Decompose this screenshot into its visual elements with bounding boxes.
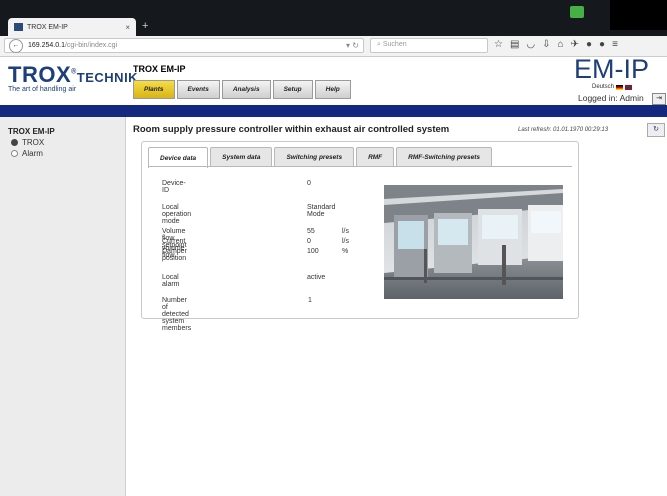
- header-divider: [0, 105, 667, 117]
- menu-events[interactable]: Events: [176, 80, 220, 99]
- search-placeholder: Suchen: [382, 41, 407, 48]
- tab-switching-presets[interactable]: Switching presets: [274, 147, 355, 167]
- device-id-value: 0: [307, 180, 311, 187]
- sidebar-item-label: Alarm: [22, 149, 43, 158]
- tab-device-data[interactable]: Device data: [148, 147, 209, 168]
- addon-icon[interactable]: ●: [586, 39, 592, 50]
- mode-value: Standard Mode: [307, 204, 336, 218]
- pocket-icon[interactable]: ◡: [526, 39, 535, 50]
- search-input[interactable]: ⌕ Suchen: [370, 38, 488, 53]
- radio-selected-icon[interactable]: [11, 139, 18, 146]
- sidebar-title: TROX EM-IP: [8, 127, 55, 136]
- logged-in-status: Logged in: Admin: [578, 93, 644, 103]
- close-tab-icon[interactable]: ×: [125, 23, 130, 32]
- back-arrow-icon[interactable]: ←: [9, 38, 23, 53]
- language-selector[interactable]: Deutsch: [592, 84, 633, 90]
- setpoint-value: 55: [307, 228, 315, 235]
- browser-tabbar: TROX EM-IP × +: [0, 0, 667, 36]
- reload-icon[interactable]: ▾ ↻: [346, 41, 359, 50]
- german-flag-icon[interactable]: [616, 84, 624, 90]
- new-tab-icon[interactable]: +: [142, 20, 148, 32]
- tab-rmf-switching-presets[interactable]: RMF-Switching presets: [396, 147, 493, 167]
- current-unit: l/s: [342, 238, 349, 245]
- tab-underline: [148, 166, 572, 167]
- trox-logo: TROX®TECHNIK The art of handling air: [8, 62, 138, 93]
- alarm-value: active: [307, 274, 326, 281]
- logo-text: TROX: [8, 62, 72, 87]
- logout-icon[interactable]: ⇥: [652, 93, 666, 105]
- menu-setup[interactable]: Setup: [272, 80, 313, 99]
- language-label: Deutsch: [592, 84, 615, 90]
- sidebar-item-trox[interactable]: TROX: [8, 138, 117, 147]
- radio-icon[interactable]: [11, 150, 18, 157]
- account-icon[interactable]: ●: [599, 39, 605, 50]
- damper-unit: %: [342, 248, 349, 255]
- main-menu: Plants Events Analysis Setup Help: [133, 80, 351, 99]
- browser-toolbar-icons: ☆ ▤ ◡ ⇩ ⌂ ✈ ● ● ≡: [494, 39, 618, 50]
- page-title: Room supply pressure controller within e…: [133, 124, 450, 135]
- logo-suffix: TECHNIK: [76, 70, 139, 85]
- menu-help[interactable]: Help: [314, 80, 351, 99]
- lab-photo: [384, 185, 563, 299]
- bookmark-star-icon[interactable]: ☆: [494, 39, 503, 50]
- damper-label: Damper position: [162, 248, 187, 262]
- reading-list-icon[interactable]: ▤: [510, 39, 519, 50]
- menu-plants[interactable]: Plants: [133, 80, 175, 99]
- sidebar-item-label: TROX: [22, 138, 45, 147]
- members-value: 1: [308, 297, 312, 304]
- panel-tabs: Device data System data Switching preset…: [148, 147, 493, 168]
- app-title: TROX EM-IP: [133, 64, 186, 74]
- setpoint-unit: l/s: [342, 228, 349, 235]
- window-controls: [610, 0, 667, 30]
- mode-label: Local operation mode: [162, 204, 192, 225]
- sidebar: TROX EM-IP TROX Alarm: [0, 117, 126, 496]
- tab-system-data[interactable]: System data: [210, 147, 273, 167]
- browser-tab[interactable]: TROX EM-IP ×: [8, 18, 136, 36]
- damper-value: 100: [307, 248, 319, 255]
- menu-analysis[interactable]: Analysis: [221, 80, 271, 99]
- english-flag-icon[interactable]: [625, 84, 633, 90]
- menu-icon[interactable]: ≡: [612, 39, 618, 50]
- last-refresh: Last refresh: 01.01.1970 00:29:13: [518, 127, 609, 133]
- product-title: EM-IP: [574, 54, 650, 84]
- tab-rmf[interactable]: RMF: [356, 147, 395, 167]
- device-id-label: Device-ID: [162, 180, 186, 194]
- refresh-button[interactable]: ↻: [647, 123, 665, 137]
- send-icon[interactable]: ✈: [571, 39, 579, 50]
- alarm-label: Local alarm: [162, 274, 180, 288]
- url-bar[interactable]: ← 169.254.0.1 /cgi-bin/index.cgi ▾ ↻: [4, 38, 364, 53]
- url-host: 169.254.0.1: [28, 42, 65, 49]
- extension-icon[interactable]: [570, 6, 584, 18]
- favicon-icon: [14, 23, 23, 31]
- browser-tab-title: TROX EM-IP: [27, 23, 68, 31]
- current-value: 0: [307, 238, 311, 245]
- members-label: Number of detected system members: [162, 297, 192, 332]
- url-path: /cgi-bin/index.cgi: [64, 42, 118, 49]
- download-icon[interactable]: ⇩: [542, 39, 550, 50]
- sidebar-item-alarm[interactable]: Alarm: [8, 149, 117, 158]
- home-icon[interactable]: ⌂: [558, 39, 564, 50]
